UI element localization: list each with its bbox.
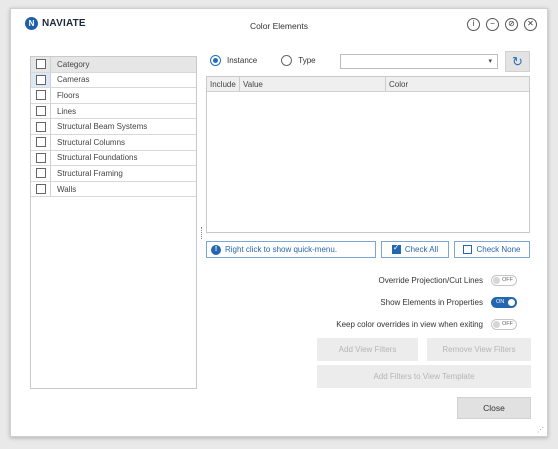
refresh-icon: ↻ bbox=[512, 54, 523, 69]
info-icon[interactable]: i bbox=[467, 18, 480, 31]
column-header-color[interactable]: Color bbox=[386, 80, 408, 89]
toggle-knob bbox=[493, 277, 500, 284]
toggle-state: OFF bbox=[502, 277, 513, 283]
keep-overrides-label: Keep color overrides in view when exitin… bbox=[336, 320, 483, 329]
color-elements-dialog: N NAVIATE Color Elements i − ⊘ ✕ Categor… bbox=[10, 8, 548, 437]
category-label: Floors bbox=[57, 90, 80, 100]
restore-icon[interactable]: ⊘ bbox=[505, 18, 518, 31]
remove-view-filters-button[interactable]: Remove View Filters bbox=[427, 338, 531, 361]
check-none-label: Check None bbox=[476, 245, 521, 254]
category-checkbox-cell bbox=[31, 119, 51, 134]
toggle-state: ON bbox=[496, 299, 505, 305]
category-header-label: Category bbox=[57, 59, 90, 69]
check-all-button[interactable]: Check All bbox=[381, 241, 449, 258]
toggle-knob bbox=[508, 299, 515, 306]
refresh-button[interactable]: ↻ bbox=[505, 51, 530, 72]
show-elements-label: Show Elements in Properties bbox=[380, 298, 483, 307]
category-label: Structural Columns bbox=[57, 137, 126, 147]
hint-text: Right click to show quick-menu. bbox=[225, 245, 338, 254]
show-elements-toggle[interactable]: ON bbox=[491, 297, 517, 308]
column-header-value[interactable]: Value bbox=[240, 77, 386, 91]
category-header: Category bbox=[31, 57, 196, 73]
close-icon[interactable]: ✕ bbox=[524, 18, 537, 31]
category-label: Structural Beam Systems bbox=[57, 122, 148, 132]
quick-menu-hint: ! Right click to show quick-menu. bbox=[206, 241, 376, 258]
category-row-cameras[interactable]: Cameras bbox=[31, 72, 196, 89]
grid-header: Include Value Color bbox=[207, 77, 529, 92]
category-header-checkbox-cell bbox=[31, 57, 51, 72]
close-button[interactable]: Close bbox=[457, 397, 531, 419]
override-projection-toggle[interactable]: OFF bbox=[491, 275, 517, 286]
info-icon: ! bbox=[211, 244, 221, 255]
column-header-include[interactable]: Include bbox=[207, 77, 240, 91]
window-controls: i − ⊘ ✕ bbox=[467, 18, 537, 31]
category-checkbox-cell bbox=[31, 103, 51, 119]
value-grid: Include Value Color bbox=[206, 76, 530, 233]
check-all-label: Check All bbox=[404, 245, 439, 254]
category-label: Structural Foundations bbox=[57, 153, 138, 163]
type-radio[interactable] bbox=[281, 55, 293, 66]
instance-radio-label[interactable]: Instance bbox=[227, 56, 257, 65]
category-checkbox-cell bbox=[31, 181, 51, 197]
chevron-down-icon: ▾ bbox=[488, 58, 492, 65]
resize-grip-icon[interactable]: ⋰ bbox=[537, 426, 544, 434]
mode-selector: Instance Type bbox=[210, 55, 334, 66]
category-checkbox[interactable] bbox=[35, 152, 46, 163]
override-projection-label: Override Projection/Cut Lines bbox=[378, 276, 484, 285]
show-elements-option: Show Elements in Properties ON bbox=[380, 297, 517, 308]
instance-radio[interactable] bbox=[210, 55, 221, 66]
category-label: Lines bbox=[57, 106, 77, 116]
add-filters-to-view-template-button[interactable]: Add Filters to View Template bbox=[317, 365, 531, 388]
override-projection-option: Override Projection/Cut Lines OFF bbox=[378, 275, 517, 286]
category-checkbox[interactable] bbox=[35, 106, 46, 117]
category-list: Category Cameras Floors Lines Structural… bbox=[30, 56, 197, 389]
title-bar: N NAVIATE Color Elements i − ⊘ ✕ bbox=[11, 9, 547, 41]
keep-overrides-toggle[interactable]: OFF bbox=[491, 319, 517, 330]
category-row-floors[interactable]: Floors bbox=[31, 88, 196, 104]
toggle-state: OFF bbox=[502, 321, 513, 327]
category-checkbox-cell bbox=[31, 72, 51, 88]
category-checkbox-cell bbox=[31, 134, 51, 150]
type-radio-label[interactable]: Type bbox=[298, 56, 315, 65]
minimize-icon[interactable]: − bbox=[486, 18, 499, 31]
keep-overrides-option: Keep color overrides in view when exitin… bbox=[336, 319, 517, 330]
select-all-categories-checkbox[interactable] bbox=[35, 59, 46, 70]
category-checkbox-cell bbox=[31, 166, 51, 181]
category-checkbox-cell bbox=[31, 150, 51, 166]
category-checkbox[interactable] bbox=[35, 121, 46, 132]
category-checkbox[interactable] bbox=[35, 137, 46, 148]
category-label: Walls bbox=[57, 184, 77, 194]
empty-box-icon bbox=[463, 245, 473, 254]
checked-box-icon bbox=[391, 243, 401, 254]
check-none-button[interactable]: Check None bbox=[454, 241, 530, 258]
category-row-structural-foundations[interactable]: Structural Foundations bbox=[31, 150, 196, 167]
category-row-walls[interactable]: Walls bbox=[31, 181, 196, 198]
category-checkbox[interactable] bbox=[35, 74, 46, 85]
category-row-structural-columns[interactable]: Structural Columns bbox=[31, 134, 196, 151]
parameter-dropdown[interactable]: ▾ bbox=[340, 54, 498, 69]
panel-splitter-handle[interactable] bbox=[201, 227, 203, 239]
category-checkbox[interactable] bbox=[35, 168, 46, 179]
category-checkbox[interactable] bbox=[35, 90, 46, 101]
category-checkbox[interactable] bbox=[35, 184, 46, 195]
category-row-lines[interactable]: Lines bbox=[31, 103, 196, 120]
category-label: Structural Framing bbox=[57, 168, 123, 178]
category-checkbox-cell bbox=[31, 88, 51, 103]
category-row-structural-beam-systems[interactable]: Structural Beam Systems bbox=[31, 119, 196, 135]
toggle-knob bbox=[493, 321, 500, 328]
category-row-structural-framing[interactable]: Structural Framing bbox=[31, 166, 196, 182]
category-label: Cameras bbox=[57, 75, 90, 85]
add-view-filters-button[interactable]: Add View Filters bbox=[317, 338, 418, 361]
